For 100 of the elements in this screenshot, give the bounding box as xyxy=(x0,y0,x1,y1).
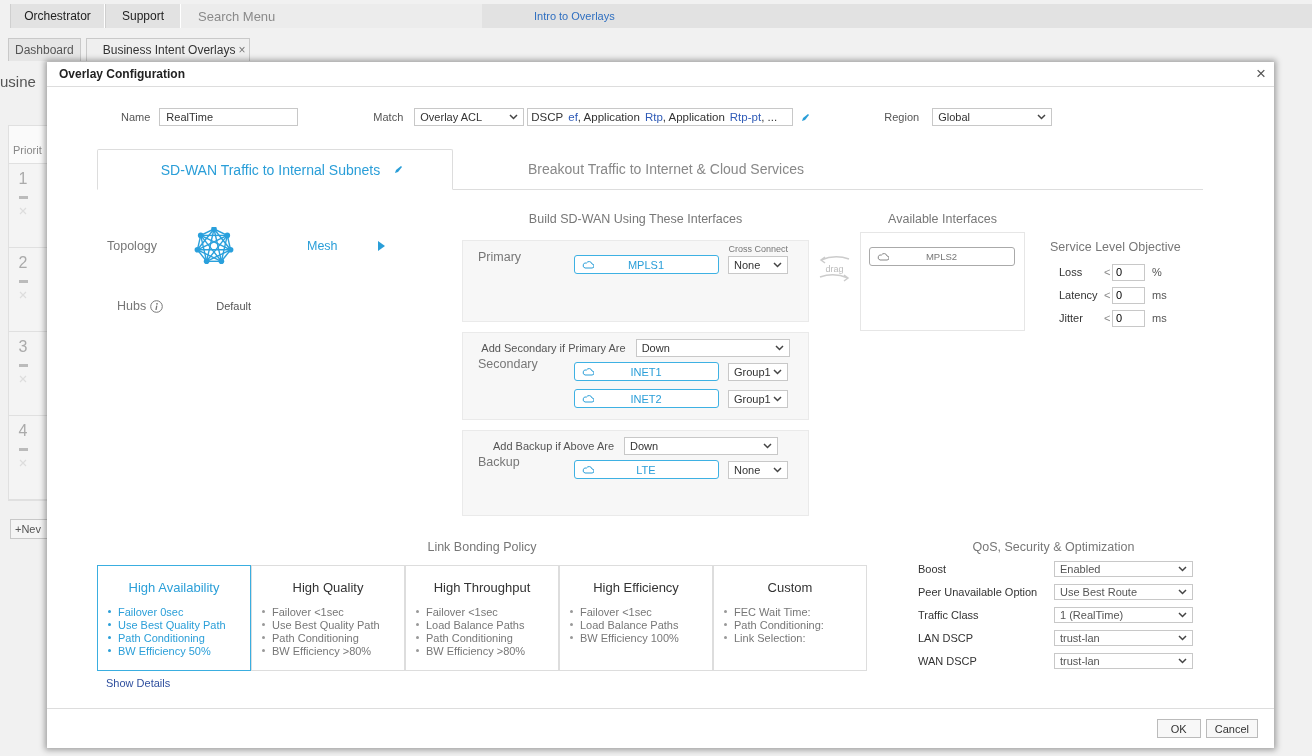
policy-item: Failover <1sec xyxy=(272,605,344,618)
dialog-button[interactable]: Cancel xyxy=(1205,719,1258,738)
field-label: Boost xyxy=(918,562,948,575)
section-heading: Available Interfaces xyxy=(887,212,998,228)
policy-item: Use Best Quality Path xyxy=(272,618,380,631)
field-label: WAN DSCP xyxy=(918,654,978,667)
policy-item: Failover 0sec xyxy=(118,605,184,618)
dropdown[interactable]: Group1 xyxy=(728,389,788,408)
dropdown[interactable]: Global xyxy=(932,108,1053,126)
pencil-icon xyxy=(801,112,811,122)
policy-card[interactable]: High Efficiency Failover <1sec Load Balance Paths BW Efficiency 100% xyxy=(559,565,713,671)
chevron-down-icon xyxy=(773,395,782,402)
dropdown[interactable]: 1 (RealTime) xyxy=(1054,606,1193,623)
cloud-icon xyxy=(582,260,594,269)
field-label: Peer Unavailable Option xyxy=(918,585,1039,598)
policy-title: High Efficiency xyxy=(592,580,680,595)
column-label: Cross Connect xyxy=(727,244,789,255)
policy-item: Path Conditioning xyxy=(426,631,513,644)
dropdown[interactable]: Enabled xyxy=(1054,560,1193,577)
dropdown[interactable]: Down xyxy=(635,339,790,357)
minus-icon xyxy=(18,448,28,451)
section-heading: QoS, Security & Optimization xyxy=(971,539,1136,556)
dropdown[interactable]: None xyxy=(728,460,788,479)
field-label: Backup xyxy=(477,455,521,469)
number-field[interactable]: 0 xyxy=(1112,286,1145,304)
page-tab[interactable]: Business Intent Overlays × xyxy=(85,38,251,61)
interface-chip[interactable]: MPLS2 xyxy=(869,247,1015,266)
field-label: Topology xyxy=(106,239,159,253)
policy-item: Load Balance Paths xyxy=(580,618,679,631)
chevron-down-icon xyxy=(509,114,519,120)
policy-item: BW Efficiency >80% xyxy=(426,644,526,657)
bullet-icon xyxy=(262,623,265,626)
field-label: Secondary xyxy=(477,357,539,371)
new-button[interactable]: +Nev xyxy=(10,519,50,539)
dropdown[interactable]: Use Best Route xyxy=(1054,583,1193,600)
page-tab[interactable]: Dashboard xyxy=(8,38,81,61)
bullet-icon xyxy=(108,623,111,626)
unit-label: % xyxy=(1152,266,1162,278)
priority-number: 1 xyxy=(18,170,28,188)
hubs-value: Default xyxy=(216,300,252,312)
menu-item[interactable]: Orchestrator xyxy=(10,4,105,28)
bullet-icon xyxy=(724,623,727,626)
policy-item: FEC Wait Time: xyxy=(734,605,811,618)
dialog-button[interactable]: OK xyxy=(1156,719,1201,738)
bullet-icon xyxy=(108,636,111,639)
dropdown[interactable]: Group1 xyxy=(728,362,788,381)
cloud-icon xyxy=(582,367,594,376)
field-label: Match xyxy=(373,111,404,123)
dropdown[interactable]: trust-lan xyxy=(1054,652,1193,669)
field-label: Primary xyxy=(477,250,523,264)
policy-item: Use Best Quality Path xyxy=(118,618,226,631)
policy-title: High Availability xyxy=(127,580,221,595)
field-label: Traffic Class xyxy=(918,608,980,621)
number-field[interactable]: 0 xyxy=(1112,309,1145,327)
bullet-icon xyxy=(416,649,419,652)
match-field[interactable]: DSCP ef, Application Rtp, Application Rtp-pt, ... xyxy=(527,108,794,126)
field-label: Loss xyxy=(1059,266,1084,278)
policy-item: Link Selection: xyxy=(734,631,806,644)
minus-icon xyxy=(18,196,28,199)
policy-title: High Quality xyxy=(291,580,365,595)
policy-card[interactable]: Custom FEC Wait Time: Path Conditioning: Link Selection: xyxy=(713,565,867,671)
operator-label: < xyxy=(1104,266,1112,278)
bullet-icon xyxy=(416,623,419,626)
dropdown[interactable]: None xyxy=(728,255,788,274)
curved-arrow-icon xyxy=(818,273,851,285)
dropdown[interactable]: Down xyxy=(624,437,779,455)
name-field[interactable]: RealTime xyxy=(159,108,299,126)
bullet-icon xyxy=(724,610,727,613)
priority-number: 4 xyxy=(18,422,28,440)
operator-label: < xyxy=(1104,289,1112,301)
bullet-icon xyxy=(262,636,265,639)
field-label: Add Backup if Above Are xyxy=(492,440,615,452)
search-field[interactable]: Search Menu xyxy=(181,4,482,28)
close-button[interactable]: × xyxy=(1256,64,1266,84)
chevron-down-icon xyxy=(1178,611,1187,618)
number-field[interactable]: 0 xyxy=(1112,263,1145,281)
chevron-down-icon xyxy=(773,368,782,375)
policy-card[interactable]: High Throughput Failover <1sec Load Balance Paths Path Conditioning BW Efficiency >80% xyxy=(405,565,559,671)
policy-item: BW Efficiency 100% xyxy=(580,631,679,644)
field-label: Region xyxy=(884,111,920,123)
bullet-icon xyxy=(262,610,265,613)
chevron-down-icon xyxy=(773,261,782,268)
show-details-link[interactable]: Show Details xyxy=(106,677,171,689)
section-tab[interactable]: Breakout Traffic to Internet & Cloud Services xyxy=(453,149,804,189)
bullet-icon xyxy=(570,636,573,639)
dropdown[interactable]: Overlay ACL xyxy=(414,108,525,126)
dropdown[interactable]: trust-lan xyxy=(1054,629,1193,646)
bullet-icon xyxy=(416,636,419,639)
intro-link[interactable]: Intro to Overlays xyxy=(534,4,615,28)
minus-icon xyxy=(18,280,28,283)
priority-number: 3 xyxy=(18,338,28,356)
field-label: Jitter xyxy=(1059,312,1084,324)
close-button[interactable]: × xyxy=(238,43,246,57)
bullet-icon xyxy=(108,649,111,652)
chevron-down-icon xyxy=(763,443,773,449)
mesh-network-icon xyxy=(192,227,236,265)
field-label: LAN DSCP xyxy=(918,631,975,644)
policy-card[interactable]: High Quality Failover <1sec Use Best Quality Path Path Conditioning BW Efficiency >80% xyxy=(251,565,405,671)
play-icon xyxy=(377,241,385,251)
cloud-icon xyxy=(582,465,594,474)
